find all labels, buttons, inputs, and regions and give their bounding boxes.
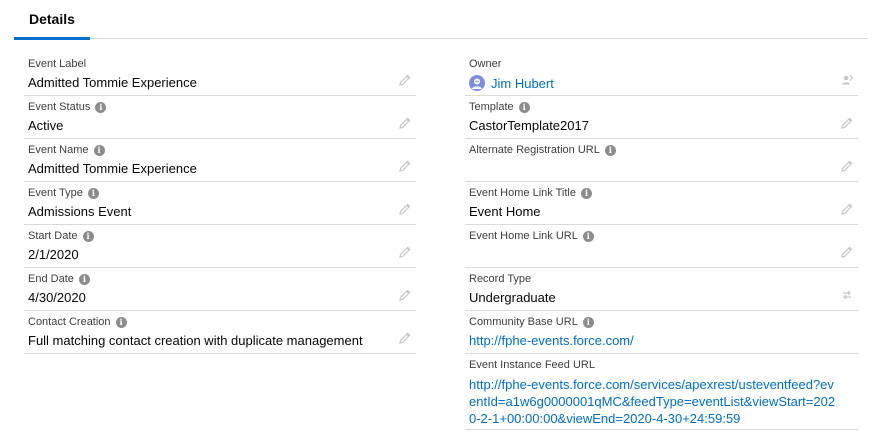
field-label: Record Type [469, 273, 532, 285]
pencil-icon[interactable] [840, 116, 854, 130]
field-event-status: Event Status i Active [24, 96, 416, 139]
field-start-date: Start Date i 2/1/2020 [24, 225, 416, 268]
info-icon[interactable]: i [115, 316, 127, 328]
field-alternate-registration-url: Alternate Registration URL i [465, 139, 858, 182]
pencil-icon[interactable] [398, 159, 412, 173]
field-end-date: End Date i 4/30/2020 [24, 268, 416, 311]
field-value: Admissions Event [28, 204, 132, 219]
field-template: Template i CastorTemplate2017 [465, 96, 858, 139]
field-label: Event Label [28, 58, 87, 70]
active-tab-indicator [14, 37, 90, 40]
field-label: Event Type [28, 187, 83, 199]
pencil-icon[interactable] [398, 331, 412, 345]
pencil-icon[interactable] [398, 202, 412, 216]
field-label: Community Base URL [469, 316, 578, 328]
info-icon[interactable]: i [581, 187, 592, 199]
field-event-name: Event Name i Admitted Tommie Experience [24, 139, 416, 182]
owner-link[interactable]: Jim Hubert [491, 76, 554, 91]
community-base-url-link[interactable]: http://fphe-events.force.com/ [469, 333, 634, 348]
field-contact-creation: Contact Creation i Full matching contact … [24, 311, 416, 354]
field-label: Contact Creation [28, 316, 111, 328]
change-record-type-icon[interactable] [840, 288, 854, 302]
field-value: Undergraduate [469, 290, 556, 305]
field-event-home-link-url: Event Home Link URL i [465, 225, 858, 268]
tab-details-label: Details [29, 11, 75, 27]
info-icon[interactable]: i [518, 101, 530, 113]
field-label: Event Home Link URL [469, 230, 578, 242]
field-record-type: Record Type Undergraduate [465, 268, 858, 311]
field-label: Event Name [28, 144, 89, 156]
details-left-column: Event Label Admitted Tommie Experience E… [24, 53, 416, 354]
details-right-column: Owner Jim Hubert Template i CastorTemplat… [465, 53, 858, 430]
field-value: 4/30/2020 [28, 290, 86, 305]
pencil-icon[interactable] [398, 288, 412, 302]
info-icon[interactable]: i [93, 144, 105, 156]
info-icon[interactable]: i [582, 230, 594, 242]
user-avatar [469, 75, 485, 91]
event-instance-feed-url-link[interactable]: http://fphe-events.force.com/services/ap… [469, 376, 839, 427]
info-icon[interactable]: i [82, 230, 94, 242]
info-icon[interactable]: i [604, 144, 616, 156]
tab-details[interactable]: Details [14, 0, 90, 40]
pencil-icon[interactable] [840, 202, 854, 216]
field-label: Event Status [28, 101, 91, 113]
field-value: Admitted Tommie Experience [28, 161, 197, 176]
field-label: Owner [469, 58, 502, 70]
info-icon[interactable]: i [78, 273, 90, 285]
field-owner: Owner Jim Hubert [465, 53, 858, 96]
field-value: Active [28, 118, 64, 133]
info-icon[interactable]: i [582, 316, 594, 328]
field-event-instance-feed-url: Event Instance Feed URL http://fphe-even… [465, 354, 858, 430]
field-event-home-link-title: Event Home Link Title i Event Home [465, 182, 858, 225]
field-event-type: Event Type i Admissions Event [24, 182, 416, 225]
field-label: End Date [28, 273, 74, 285]
field-label: Start Date [28, 230, 78, 242]
field-value: Full matching contact creation with dupl… [28, 333, 363, 348]
field-value: Admitted Tommie Experience [28, 75, 197, 90]
field-label: Template [469, 101, 514, 113]
info-icon[interactable]: i [87, 187, 99, 199]
field-community-base-url: Community Base URL i http://fphe-events.f… [465, 311, 858, 354]
info-icon[interactable]: i [95, 101, 107, 113]
pencil-icon[interactable] [398, 245, 412, 259]
field-label: Event Instance Feed URL [469, 359, 595, 371]
field-value: CastorTemplate2017 [469, 118, 589, 133]
pencil-icon[interactable] [398, 116, 412, 130]
pencil-icon[interactable] [398, 73, 412, 87]
pencil-icon[interactable] [840, 159, 854, 173]
field-label: Event Home Link Title [469, 187, 576, 199]
field-value: Event Home [469, 204, 541, 219]
field-value: 2/1/2020 [28, 247, 79, 262]
pencil-icon[interactable] [840, 245, 854, 259]
field-event-label: Event Label Admitted Tommie Experience [24, 53, 416, 96]
tab-bar: Details [14, 0, 868, 40]
field-label: Alternate Registration URL [469, 144, 600, 156]
change-owner-icon[interactable] [840, 73, 854, 87]
